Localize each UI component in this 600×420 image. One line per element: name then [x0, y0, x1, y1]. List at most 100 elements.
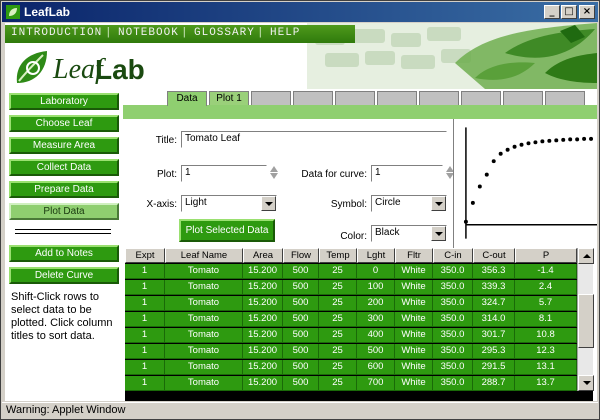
table-cell[interactable]: 350.0 [433, 328, 473, 343]
table-cell[interactable]: 100 [357, 280, 395, 295]
table-cell[interactable]: 339.3 [473, 280, 515, 295]
dropdown-arrow-icon[interactable] [431, 196, 446, 211]
table-cell[interactable]: 314.0 [473, 312, 515, 327]
table-cell[interactable]: White [395, 360, 433, 375]
table-cell[interactable]: 350.0 [433, 280, 473, 295]
table-cell[interactable]: 25 [319, 328, 357, 343]
table-cell[interactable]: White [395, 376, 433, 391]
table-cell[interactable]: 500 [283, 328, 319, 343]
table-cell[interactable]: -1.4 [515, 264, 577, 279]
table-cell[interactable]: Tomato [165, 264, 243, 279]
table-cell[interactable]: 500 [283, 280, 319, 295]
table-cell[interactable]: 356.3 [473, 264, 515, 279]
table-cell[interactable]: 291.5 [473, 360, 515, 375]
plot-selected-data-button[interactable]: Plot Selected Data [179, 219, 275, 242]
table-cell[interactable]: 500 [283, 360, 319, 375]
menu-notebook[interactable]: NOTEBOOK [118, 27, 179, 39]
table-cell[interactable]: 500 [283, 264, 319, 279]
title-input[interactable]: Tomato Leaf [181, 131, 447, 148]
table-cell[interactable]: 500 [283, 376, 319, 391]
table-cell[interactable]: White [395, 312, 433, 327]
menu-introduction[interactable]: INTRODUCTION [11, 27, 102, 39]
table-cell[interactable]: 700 [357, 376, 395, 391]
table-cell[interactable]: 400 [357, 328, 395, 343]
scrollbar-thumb[interactable] [578, 294, 594, 348]
table-cell[interactable]: 1 [125, 312, 165, 327]
menu-glossary[interactable]: GLOSSARY [194, 27, 255, 39]
nav-laboratory-button[interactable]: Laboratory [9, 93, 119, 110]
column-header-area[interactable]: Area [243, 248, 283, 263]
table-cell[interactable]: 1 [125, 376, 165, 391]
table-cell[interactable]: 10.8 [515, 328, 577, 343]
column-header-p[interactable]: P [515, 248, 577, 263]
tab-plot-1[interactable]: Plot 1 [209, 91, 249, 105]
table-cell[interactable]: 500 [283, 312, 319, 327]
nav-plot-data-button[interactable]: Plot Data [9, 203, 119, 220]
table-cell[interactable]: 5.7 [515, 296, 577, 311]
tab-empty[interactable] [377, 91, 417, 105]
close-button[interactable]: × [579, 5, 595, 19]
tab-empty[interactable] [461, 91, 501, 105]
tab-empty[interactable] [335, 91, 375, 105]
column-header-lght[interactable]: Lght [357, 248, 395, 263]
table-vertical-scrollbar[interactable] [577, 248, 594, 391]
column-header-fltr[interactable]: Fltr [395, 248, 433, 263]
column-header-c-out[interactable]: C-out [473, 248, 515, 263]
table-cell[interactable]: 350.0 [433, 344, 473, 359]
table-cell[interactable]: 600 [357, 360, 395, 375]
table-cell[interactable]: 15.200 [243, 296, 283, 311]
table-cell[interactable]: 15.200 [243, 280, 283, 295]
table-cell[interactable]: 350.0 [433, 360, 473, 375]
table-cell[interactable]: 12.3 [515, 344, 577, 359]
table-cell[interactable]: White [395, 264, 433, 279]
tab-empty[interactable] [293, 91, 333, 105]
nav-choose-leaf-button[interactable]: Choose Leaf [9, 115, 119, 132]
table-cell[interactable]: 25 [319, 312, 357, 327]
table-cell[interactable]: Tomato [165, 360, 243, 375]
table-cell[interactable]: 295.3 [473, 344, 515, 359]
table-cell[interactable]: 1 [125, 344, 165, 359]
table-cell[interactable]: 25 [319, 376, 357, 391]
data-for-curve-input[interactable]: 1 [371, 165, 443, 182]
column-header-temp[interactable]: Temp [319, 248, 357, 263]
column-header-expt[interactable]: Expt [125, 248, 165, 263]
table-cell[interactable]: 25 [319, 280, 357, 295]
table-cell[interactable]: Tomato [165, 312, 243, 327]
dropdown-arrow-icon[interactable] [261, 196, 276, 211]
table-cell[interactable]: 15.200 [243, 328, 283, 343]
scroll-up-arrow-icon[interactable] [578, 248, 594, 264]
table-cell[interactable]: 1 [125, 296, 165, 311]
table-cell[interactable]: 25 [319, 296, 357, 311]
dropdown-arrow-icon[interactable] [431, 226, 446, 241]
table-horizontal-scrollbar[interactable] [125, 391, 593, 401]
table-cell[interactable]: 15.200 [243, 376, 283, 391]
plot-number-stepper[interactable] [269, 165, 279, 182]
table-cell[interactable]: 1 [125, 264, 165, 279]
table-cell[interactable]: 15.200 [243, 264, 283, 279]
table-cell[interactable]: 0 [357, 264, 395, 279]
column-header-c-in[interactable]: C-in [433, 248, 473, 263]
table-cell[interactable]: 25 [319, 344, 357, 359]
table-cell[interactable]: 300 [357, 312, 395, 327]
table-cell[interactable]: 13.1 [515, 360, 577, 375]
table-cell[interactable]: 15.200 [243, 344, 283, 359]
column-header-flow[interactable]: Flow [283, 248, 319, 263]
table-cell[interactable]: White [395, 296, 433, 311]
tab-data[interactable]: Data [167, 91, 207, 106]
menu-help[interactable]: HELP [270, 27, 300, 39]
nav-collect-data-button[interactable]: Collect Data [9, 159, 119, 176]
table-cell[interactable]: 301.7 [473, 328, 515, 343]
add-to-notes-button[interactable]: Add to Notes [9, 245, 119, 262]
tab-empty[interactable] [419, 91, 459, 105]
x-axis-select[interactable]: Light [181, 195, 277, 212]
symbol-select[interactable]: Circle [371, 195, 447, 212]
table-cell[interactable]: 2.4 [515, 280, 577, 295]
table-cell[interactable]: 288.7 [473, 376, 515, 391]
table-cell[interactable]: White [395, 328, 433, 343]
table-cell[interactable]: Tomato [165, 376, 243, 391]
plot-number-input[interactable]: 1 [181, 165, 267, 182]
table-cell[interactable]: 25 [319, 360, 357, 375]
table-cell[interactable]: Tomato [165, 296, 243, 311]
color-select[interactable]: Black [371, 225, 447, 242]
table-cell[interactable]: Tomato [165, 328, 243, 343]
